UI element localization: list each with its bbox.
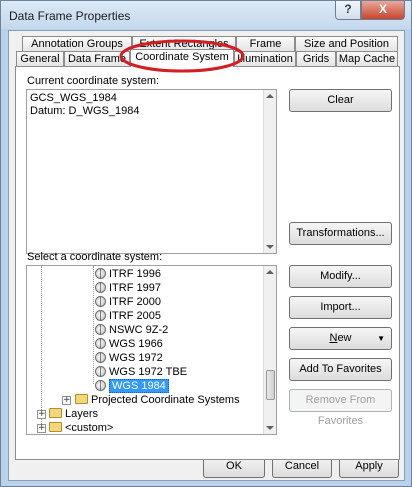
folder-icon <box>75 394 88 404</box>
globe-icon <box>95 324 106 335</box>
tree-item[interactable]: WGS 1966 <box>95 337 163 351</box>
globe-icon <box>95 380 106 391</box>
current-cs-label: Current coordinate system: <box>27 75 160 87</box>
globe-icon <box>95 310 106 321</box>
folder-icon <box>49 408 62 418</box>
tree-item[interactable]: ITRF 1997 <box>95 281 161 295</box>
current-cs-line-datum: Datum: D_WGS_1984 <box>30 105 140 117</box>
remove-from-favorites-button[interactable]: Remove From Favorites <box>289 389 392 427</box>
tab-grids[interactable]: Grids <box>296 51 336 67</box>
tab-annotation-groups[interactable]: Annotation Groups <box>22 36 132 52</box>
close-button[interactable]: X <box>361 1 405 20</box>
tree-item[interactable]: ITRF 2000 <box>95 295 161 309</box>
import-button[interactable]: Import... <box>289 296 392 319</box>
tree-guide-line <box>93 266 94 384</box>
dialog-window: Data Frame Properties ? X Annotation Gro… <box>0 0 412 487</box>
cs-tree[interactable]: ITRF 1996 ITRF 1997 ITRF 2000 ITRF 2005 … <box>26 265 277 435</box>
expand-toggle[interactable]: + <box>37 424 46 433</box>
expand-toggle[interactable]: + <box>37 410 46 419</box>
select-cs-label: Select a coordinate system: <box>27 251 163 263</box>
add-to-favorites-button[interactable]: Add To Favorites <box>289 358 392 381</box>
globe-icon <box>95 338 106 349</box>
current-cs-box: GCS_WGS_1984 Datum: D_WGS_1984 <box>26 89 277 254</box>
globe-icon <box>95 268 106 279</box>
window-title: Data Frame Properties <box>9 9 131 23</box>
tree-folder-layers[interactable]: Layers <box>49 407 98 421</box>
title-bar[interactable]: Data Frame Properties ? X <box>1 1 411 29</box>
scroll-down-arrow[interactable] <box>266 245 274 249</box>
tree-item[interactable]: ITRF 1996 <box>95 267 161 281</box>
clear-button[interactable]: Clear <box>289 89 392 112</box>
coordinate-system-panel: Current coordinate system: GCS_WGS_1984 … <box>15 66 400 460</box>
tree-item[interactable]: WGS 1972 TBE <box>95 365 187 379</box>
modify-button[interactable]: Modify... <box>289 265 392 288</box>
expand-toggle[interactable]: + <box>62 396 71 405</box>
annotation-ellipse <box>119 39 245 73</box>
globe-icon <box>95 296 106 307</box>
new-button[interactable]: New ▼ <box>289 327 392 350</box>
tab-general[interactable]: General <box>16 51 64 67</box>
tab-size-and-position[interactable]: Size and Position <box>295 36 398 52</box>
transformations-button[interactable]: Transformations... <box>289 222 392 245</box>
globe-icon <box>95 282 106 293</box>
tab-map-cache[interactable]: Map Cache <box>336 51 398 67</box>
help-button[interactable]: ? <box>335 1 361 20</box>
current-cs-scrollbar[interactable] <box>263 90 276 253</box>
dropdown-arrow-icon: ▼ <box>377 334 385 343</box>
globe-icon <box>95 352 106 363</box>
new-button-label: ew <box>337 332 352 344</box>
tree-item[interactable]: ITRF 2005 <box>95 309 161 323</box>
tree-item[interactable]: NSWC 9Z-2 <box>95 323 168 337</box>
tree-guide-line <box>41 266 42 426</box>
tree-item-selected[interactable]: WGS 1984 <box>95 379 169 393</box>
scroll-thumb[interactable] <box>266 370 275 400</box>
dialog-client-area: Annotation Groups Extent Rectangles Fram… <box>8 30 405 481</box>
scroll-up-arrow[interactable] <box>266 94 274 98</box>
tree-folder-projected[interactable]: Projected Coordinate Systems <box>75 393 240 407</box>
tree-folder-custom[interactable]: <custom> <box>49 421 113 435</box>
tree-item[interactable]: WGS 1972 <box>95 351 163 365</box>
scroll-down-arrow[interactable] <box>266 426 274 430</box>
current-cs-line-gcs: GCS_WGS_1984 <box>30 92 117 104</box>
scroll-up-arrow[interactable] <box>266 270 274 274</box>
globe-icon <box>95 366 106 377</box>
folder-icon <box>49 422 62 432</box>
cs-tree-scrollbar[interactable] <box>263 266 276 434</box>
